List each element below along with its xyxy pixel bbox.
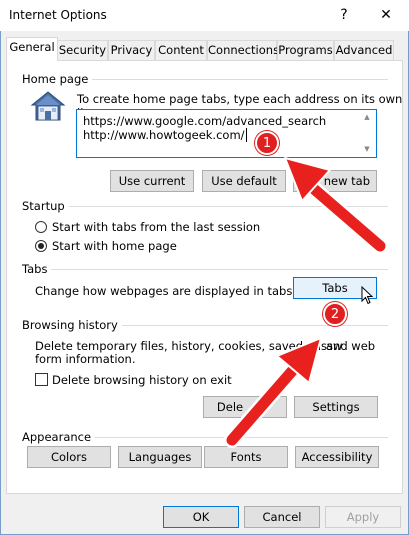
annotation-arrow-1 [284,157,388,254]
tab-general[interactable]: General [6,37,58,61]
annotation-arrow-2 [224,337,322,448]
annotation-badge-2: 2 [323,302,347,326]
annotation-badge-1: 1 [255,131,279,155]
annotation-arrows [224,157,388,448]
